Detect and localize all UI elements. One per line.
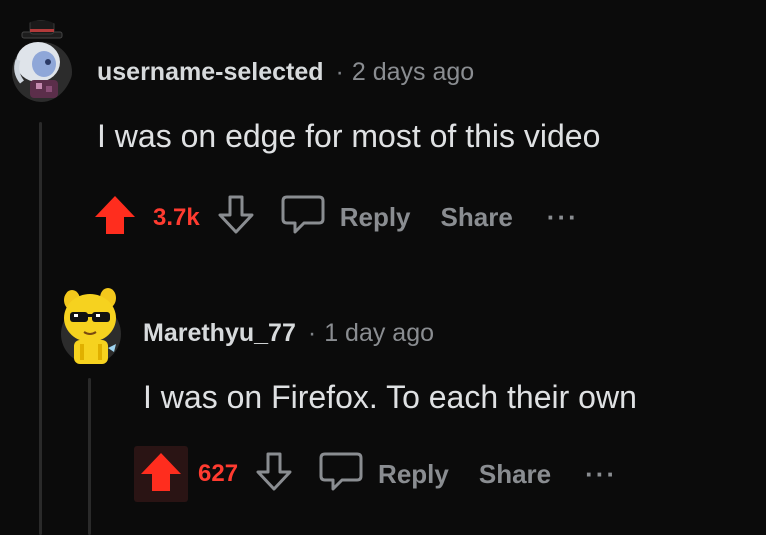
downvote-button[interactable] [214,193,258,242]
share-button[interactable]: Share [479,459,551,490]
separator-dot: · [307,319,317,347]
avatar[interactable] [58,278,124,368]
comment-body: I was on edge for most of this video [97,118,601,154]
vote-score: 627 [198,460,239,487]
more-options-icon[interactable]: ··· [547,202,579,233]
reply-label: Reply [339,202,411,232]
share-button[interactable]: Share [441,202,513,233]
upvote-arrow-icon [139,450,183,499]
comment-meta: Marethyu_77 · 1 day ago [143,319,434,348]
avatar-image [61,288,121,364]
downvote-arrow-icon [214,193,258,242]
comment-body: I was on Firefox. To each their own [143,379,637,415]
downvote-arrow-icon [252,450,296,499]
upvote-button[interactable] [93,193,137,242]
timestamp[interactable]: 1 day ago [324,319,434,348]
reply-bubble-icon [318,450,364,499]
reply-button[interactable]: Reply [318,450,449,499]
reply-bubble-icon [280,193,326,242]
thread-line-root[interactable] [39,122,42,535]
username[interactable]: username-selected [97,58,324,87]
separator-dot: · [335,58,344,86]
thread-line-reply[interactable] [88,378,91,535]
more-options-icon[interactable]: ··· [585,459,617,490]
reply-button[interactable]: Reply [280,193,411,242]
username[interactable]: Marethyu_77 [143,319,296,348]
reply-label: Reply [378,458,449,489]
vote-score: 3.7k [153,203,200,231]
downvote-button[interactable] [252,450,296,499]
upvote-arrow-icon [93,193,137,242]
avatar[interactable] [8,20,74,102]
comment-actions: 3.7k Reply Share ··· [93,193,579,242]
upvote-button[interactable] [134,446,188,502]
comment-meta: username-selected · 2 days ago [97,58,474,87]
comment-actions: 627 Reply Share ··· [134,446,617,502]
timestamp[interactable]: 2 days ago [352,58,474,87]
avatar-image [12,20,72,102]
